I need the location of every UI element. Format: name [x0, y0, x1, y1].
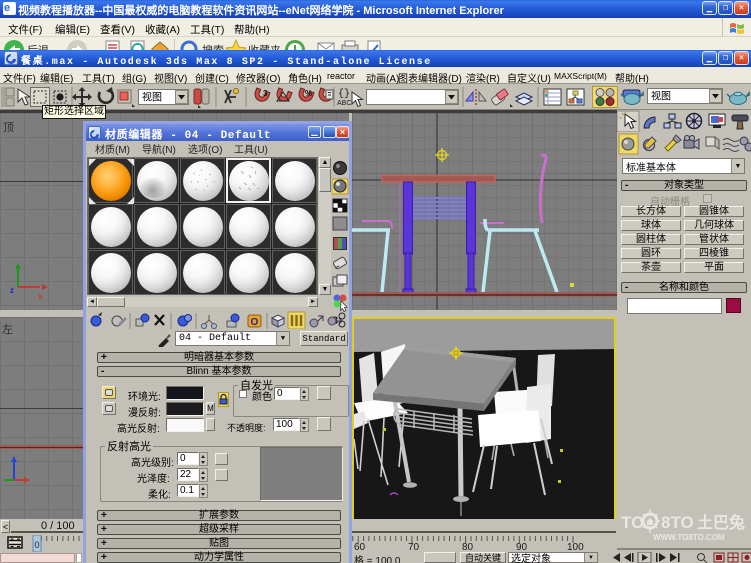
svg-text:TO: TO: [621, 513, 644, 532]
svg-text:WWW.TO8TO.COM: WWW.TO8TO.COM: [653, 533, 725, 542]
svg-text:8TO: 8TO: [661, 513, 694, 532]
svg-text:视图: 视图: [142, 91, 162, 104]
svg-text:{}: {}: [338, 88, 350, 100]
svg-text:x: x: [38, 292, 43, 301]
svg-text:80: 80: [462, 542, 474, 552]
svg-text:z: z: [10, 286, 14, 295]
svg-text:ABC: ABC: [337, 100, 351, 107]
svg-text:收藏夹: 收藏夹: [248, 43, 281, 50]
svg-text:100: 100: [567, 542, 584, 552]
svg-text:0: 0: [35, 540, 40, 550]
svg-text:土巴兔: 土巴兔: [697, 513, 745, 532]
svg-text:搜索: 搜索: [202, 43, 224, 50]
svg-text:O: O: [251, 317, 259, 328]
svg-text:视图: 视图: [651, 90, 671, 103]
svg-text:%: %: [305, 89, 312, 98]
svg-text:70: 70: [408, 542, 420, 552]
svg-text:3: 3: [263, 89, 268, 98]
svg-text:60: 60: [354, 542, 366, 552]
